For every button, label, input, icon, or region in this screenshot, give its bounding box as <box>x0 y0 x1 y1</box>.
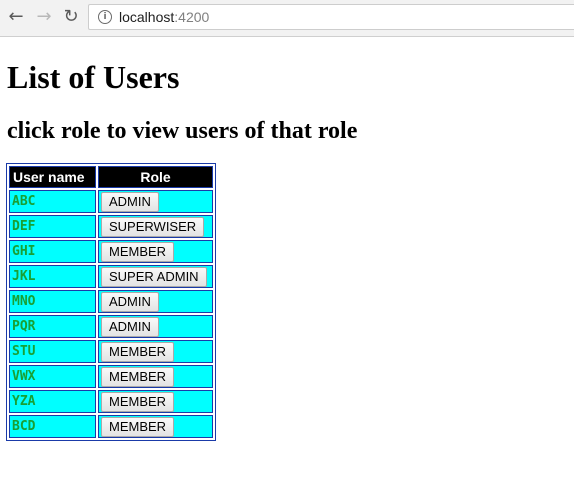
role-button[interactable]: ADMIN <box>101 192 159 212</box>
role-button[interactable]: MEMBER <box>101 367 175 387</box>
role-button[interactable]: ADMIN <box>101 292 159 312</box>
role-cell: MEMBER <box>98 390 213 413</box>
users-table: User name Role ABC ADMIN DEF SUPERWISER … <box>6 163 216 441</box>
forward-arrow-icon[interactable]: → <box>34 7 54 27</box>
page-subtitle: click role to view users of that role <box>7 118 358 144</box>
role-cell: ADMIN <box>98 290 213 313</box>
role-cell: MEMBER <box>98 415 213 438</box>
user-name-cell: PQR <box>9 315 96 338</box>
table-row: VWX MEMBER <box>9 365 213 388</box>
role-cell: ADMIN <box>98 190 213 213</box>
user-name-cell: MNO <box>9 290 96 313</box>
header-role: Role <box>98 166 213 188</box>
role-button[interactable]: MEMBER <box>101 417 175 437</box>
user-name-cell: GHI <box>9 240 96 263</box>
table-row: PQR ADMIN <box>9 315 213 338</box>
user-name-cell: YZA <box>9 390 96 413</box>
role-button[interactable]: MEMBER <box>101 392 175 412</box>
role-button[interactable]: SUPER ADMIN <box>101 267 207 287</box>
url-host: localhost <box>119 9 175 25</box>
table-row: YZA MEMBER <box>9 390 213 413</box>
table-row: STU MEMBER <box>9 340 213 363</box>
back-arrow-icon[interactable]: ← <box>6 7 26 27</box>
user-name-cell: JKL <box>9 265 96 288</box>
table-header-row: User name Role <box>9 166 213 188</box>
url-text[interactable]: localhost:4200 <box>119 9 209 25</box>
role-cell: MEMBER <box>98 240 213 263</box>
table-row: ABC ADMIN <box>9 190 213 213</box>
role-cell: MEMBER <box>98 340 213 363</box>
role-button[interactable]: MEMBER <box>101 342 175 362</box>
table-row: GHI MEMBER <box>9 240 213 263</box>
user-name-cell: STU <box>9 340 96 363</box>
role-cell: SUPER ADMIN <box>98 265 213 288</box>
role-cell: SUPERWISER <box>98 215 213 238</box>
page-title: List of Users <box>7 59 180 95</box>
user-name-cell: VWX <box>9 365 96 388</box>
header-user-name: User name <box>9 166 96 188</box>
table-row: MNO ADMIN <box>9 290 213 313</box>
table-row: DEF SUPERWISER <box>9 215 213 238</box>
user-name-cell: DEF <box>9 215 96 238</box>
user-name-cell: ABC <box>9 190 96 213</box>
browser-toolbar: ← → ↻ i localhost:4200 <box>0 0 574 37</box>
info-icon[interactable]: i <box>98 10 112 24</box>
address-bar[interactable]: i localhost:4200 <box>88 4 574 30</box>
role-button[interactable]: ADMIN <box>101 317 159 337</box>
role-cell: MEMBER <box>98 365 213 388</box>
reload-icon[interactable]: ↻ <box>61 7 81 27</box>
table-row: BCD MEMBER <box>9 415 213 438</box>
role-cell: ADMIN <box>98 315 213 338</box>
role-button[interactable]: SUPERWISER <box>101 217 205 237</box>
url-port: :4200 <box>174 9 210 25</box>
user-name-cell: BCD <box>9 415 96 438</box>
table-row: JKL SUPER ADMIN <box>9 265 213 288</box>
role-button[interactable]: MEMBER <box>101 242 175 262</box>
